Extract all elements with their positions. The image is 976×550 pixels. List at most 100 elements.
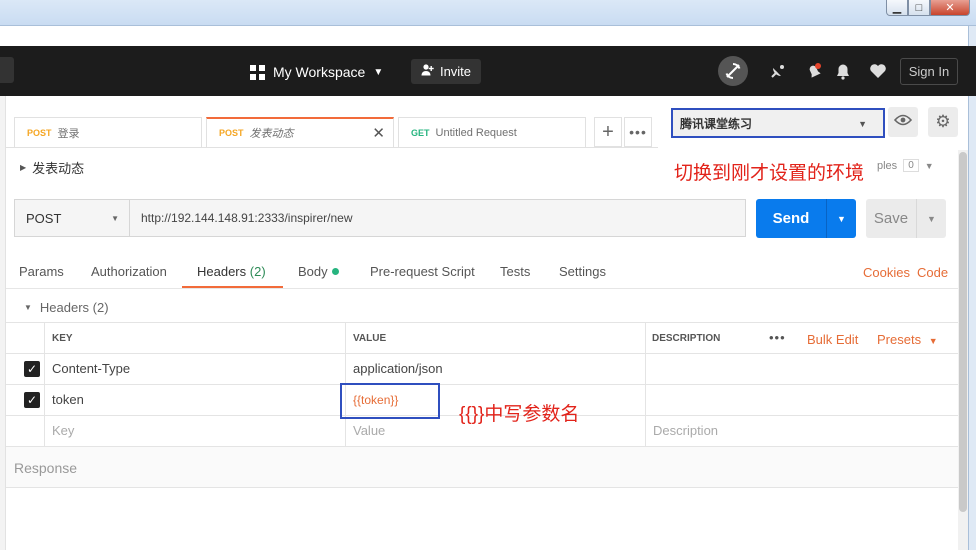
- method-select[interactable]: POST ▼: [14, 199, 130, 237]
- eye-icon: [893, 113, 913, 131]
- sign-in-button[interactable]: Sign In: [900, 58, 958, 85]
- chevron-down-icon: ▼: [111, 214, 119, 223]
- table-line: [6, 384, 958, 385]
- header-value-cell[interactable]: {{token}}: [353, 393, 398, 407]
- scrollbar-thumb[interactable]: [959, 152, 967, 512]
- table-line: [6, 353, 958, 354]
- add-tab-button[interactable]: +: [594, 117, 622, 147]
- header-row-checkbox[interactable]: ✓: [24, 361, 40, 377]
- app-header: [0, 46, 976, 96]
- request-tab-login[interactable]: POST 登录: [14, 117, 202, 147]
- examples-label: ples: [877, 159, 898, 172]
- window-titlebar: [0, 0, 976, 26]
- request-name[interactable]: ▶ 发表动态: [20, 158, 84, 177]
- parameter-annotation: {{}}中写参数名: [459, 404, 580, 425]
- headers-section-title: Headers (2): [39, 300, 109, 315]
- minimize-button[interactable]: ▁: [886, 0, 908, 16]
- column-header-value: VALUE: [353, 333, 387, 344]
- environment-annotation: 切换到刚才设置的环境: [674, 163, 865, 184]
- header-key-cell[interactable]: Content-Type: [52, 361, 130, 376]
- response-label: Response: [14, 460, 78, 476]
- tab-body-label: Body: [298, 264, 328, 279]
- tab-tests[interactable]: Tests: [500, 264, 530, 279]
- tab-headers-count: (2): [249, 264, 266, 279]
- save-options-button[interactable]: ▼: [916, 199, 946, 238]
- value-placeholder[interactable]: Value: [353, 423, 385, 438]
- workspace-label: My Workspace: [273, 64, 366, 80]
- header-key-cell[interactable]: token: [52, 392, 84, 407]
- invite-button[interactable]: Invite: [411, 59, 481, 84]
- environment-quick-look-button[interactable]: [888, 107, 918, 137]
- tab-pre-request-script[interactable]: Pre-request Script: [370, 264, 475, 279]
- url-input[interactable]: http://192.144.148.91:2333/inspirer/new: [129, 199, 746, 237]
- send-button[interactable]: Send: [756, 199, 826, 238]
- window-right-frame: [968, 26, 976, 550]
- chevron-down-icon: ▼: [858, 119, 867, 129]
- tab-more-button[interactable]: •••: [624, 117, 652, 147]
- chevron-down-icon: ▼: [927, 213, 936, 224]
- response-panel-header: [6, 446, 958, 488]
- key-placeholder[interactable]: Key: [52, 423, 74, 438]
- cookies-link[interactable]: Cookies: [863, 265, 910, 280]
- close-window-button[interactable]: ✕: [930, 0, 970, 16]
- maximize-button[interactable]: □: [908, 0, 930, 16]
- workspace-switcher[interactable]: My Workspace ▼: [250, 59, 383, 85]
- code-link[interactable]: Code: [917, 265, 948, 280]
- tab-headers[interactable]: Headers (2): [197, 264, 266, 279]
- body-status-dot: [331, 268, 339, 275]
- tab-label: 登录: [57, 127, 80, 140]
- tab-settings[interactable]: Settings: [559, 264, 606, 279]
- tab-params[interactable]: Params: [19, 264, 64, 279]
- examples-count: 0: [903, 159, 919, 172]
- save-button[interactable]: Save: [866, 199, 916, 238]
- tab-label: 发表动态: [249, 128, 294, 140]
- sidebar-collapse-handle[interactable]: [0, 57, 14, 83]
- satellite-icon[interactable]: [767, 60, 789, 82]
- tab-label: Untitled Request: [435, 126, 517, 139]
- tab-method: POST: [219, 128, 244, 138]
- environment-select[interactable]: 腾讯课堂练习 ▼: [671, 108, 885, 138]
- notification-bell-icon[interactable]: [803, 60, 825, 82]
- tab-authorization[interactable]: Authorization: [91, 264, 167, 279]
- tab-headers-label: Headers: [197, 264, 247, 279]
- tab-method: POST: [27, 127, 52, 138]
- column-header-description: DESCRIPTION: [652, 333, 721, 344]
- send-options-button[interactable]: ▼: [826, 199, 856, 238]
- chevron-down-icon: ▼: [924, 160, 934, 171]
- table-col-divider: [44, 322, 45, 446]
- heart-icon[interactable]: [867, 60, 889, 82]
- workspace-grid-icon: [250, 64, 265, 80]
- invite-label: Invite: [439, 64, 472, 79]
- environment-label: 腾讯课堂练习: [680, 116, 753, 131]
- examples-control[interactable]: ples 0 ▼: [877, 159, 934, 172]
- header-row-checkbox[interactable]: ✓: [24, 392, 40, 408]
- close-tab-icon[interactable]: ✕: [372, 124, 385, 142]
- column-header-key: KEY: [52, 333, 73, 344]
- bulk-edit-link[interactable]: Bulk Edit: [807, 332, 858, 347]
- table-more-button[interactable]: •••: [769, 330, 786, 345]
- header-value-cell[interactable]: application/json: [353, 361, 443, 376]
- headers-section-toggle[interactable]: ▼ Headers (2): [24, 300, 109, 315]
- chevron-down-icon: ▼: [928, 336, 938, 346]
- request-tab-untitled[interactable]: GET Untitled Request: [398, 117, 586, 147]
- request-name-label: 发表动态: [32, 161, 85, 176]
- tab-body[interactable]: Body: [298, 264, 339, 279]
- method-label: POST: [26, 210, 62, 226]
- expand-arrow-icon: ▶: [20, 163, 27, 172]
- collapse-arrow-icon: ▼: [24, 303, 32, 312]
- presets-dropdown[interactable]: Presets ▼: [877, 332, 938, 347]
- bell-icon[interactable]: [832, 60, 854, 82]
- manage-environments-button[interactable]: ⚙: [928, 107, 958, 137]
- subtabs-divider: [6, 288, 958, 289]
- gear-icon: ⚙: [935, 112, 951, 131]
- presets-label: Presets: [877, 332, 922, 347]
- request-tab-post-feed[interactable]: POST 发表动态 ✕: [206, 117, 394, 147]
- tabs-divider: [6, 147, 658, 148]
- add-user-icon: [421, 64, 434, 79]
- description-placeholder[interactable]: Description: [653, 423, 718, 438]
- chevron-down-icon: ▼: [373, 66, 384, 78]
- table-line: [6, 322, 958, 323]
- sync-off-icon[interactable]: [718, 56, 748, 86]
- chevron-down-icon: ▼: [837, 213, 846, 224]
- table-col-divider: [645, 322, 646, 446]
